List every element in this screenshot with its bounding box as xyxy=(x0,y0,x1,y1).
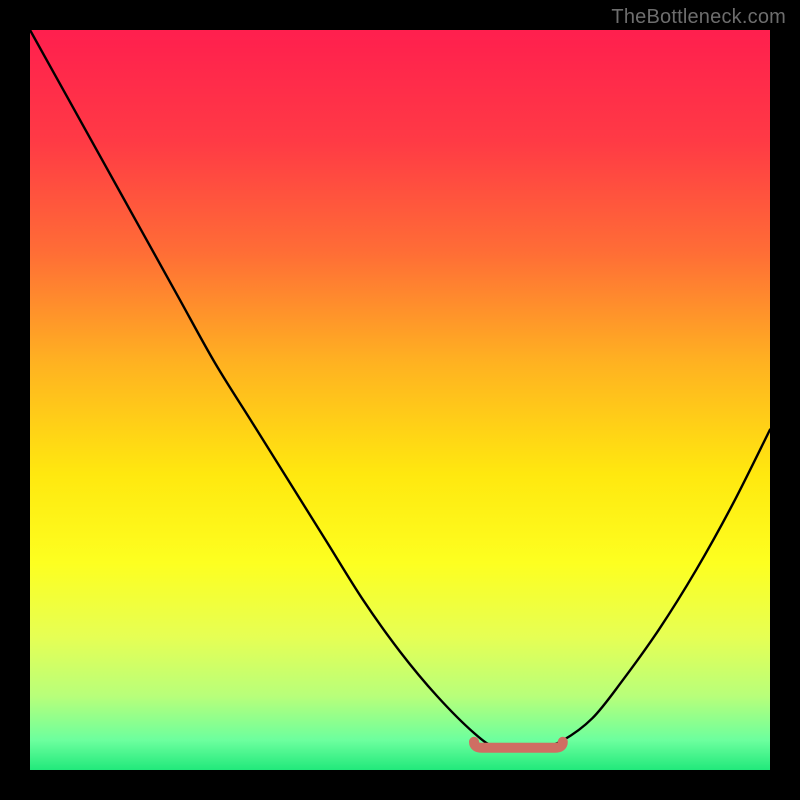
plot-area xyxy=(30,30,770,770)
curve-line xyxy=(30,30,770,749)
chart-container: TheBottleneck.com xyxy=(0,0,800,800)
line-chart xyxy=(30,30,770,770)
watermark-text: TheBottleneck.com xyxy=(611,6,786,29)
